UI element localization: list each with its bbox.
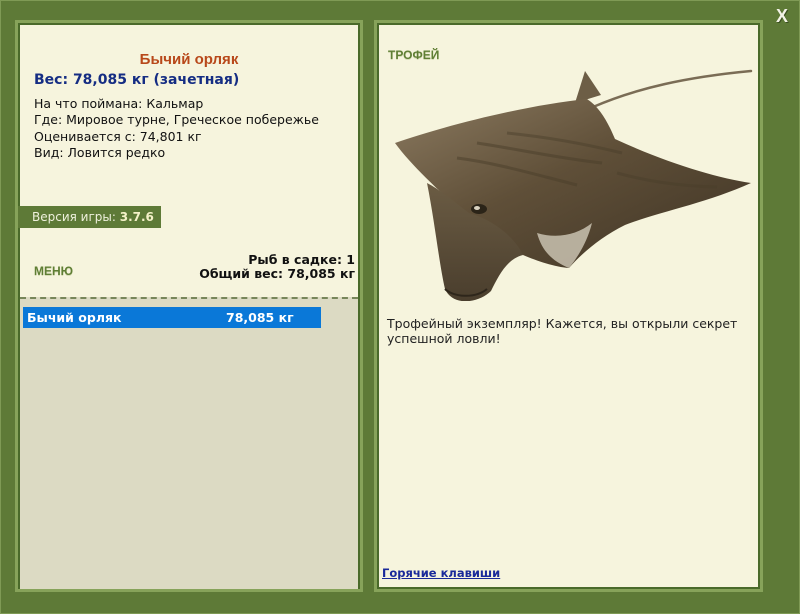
fish-info-panel: Бычий орляк Вес: 78,085 кг (зачетная) На…: [18, 23, 360, 589]
trophy-label: ТРОФЕЙ: [388, 48, 440, 62]
trophy-panel: ТРОФЕЙ Трофейный экземпляр! Кажется, вы …: [377, 23, 760, 589]
trophy-message: Трофейный экземпляр! Кажется, вы открыли…: [387, 316, 738, 346]
keepnet-row-name: Бычий орляк: [27, 310, 122, 325]
eagle-ray-image: [395, 69, 753, 301]
hotkeys-link[interactable]: Горячие клавиши: [382, 566, 500, 580]
location-line: Где: Мировое турне, Греческое побережье: [34, 112, 319, 128]
fish-name-title: Бычий орляк: [139, 51, 239, 68]
fish-weight: Вес: 78,085 кг (зачетная): [34, 72, 240, 88]
version-badge: Версия игры: 3.7.6: [18, 206, 161, 228]
rarity-line: Вид: Ловится редко: [34, 144, 166, 160]
version-label: Версия игры:: [32, 210, 116, 224]
rated-from-line: Оценивается с: 74,801 кг: [34, 128, 202, 144]
version-value: 3.7.6: [119, 210, 154, 224]
keepnet-list: Бычий орляк 78,085 кг: [20, 297, 358, 589]
keepnet-total-weight: Общий вес: 78,085 кг: [199, 266, 355, 281]
keepnet-row-weight: 78,085 кг: [226, 310, 294, 325]
close-button[interactable]: X: [770, 5, 794, 27]
bait-line: На что поймана: Кальмар: [34, 96, 204, 111]
keepnet-stats: Рыб в садке: 1 Общий вес: 78,085 кг: [199, 253, 355, 281]
menu-button[interactable]: МЕНЮ: [34, 264, 73, 278]
fish-details: На что поймана: Кальмар Где: Мировое тур…: [34, 96, 319, 161]
keepnet-count: Рыб в садке: 1: [248, 252, 355, 267]
keepnet-row[interactable]: Бычий орляк 78,085 кг: [23, 307, 321, 328]
